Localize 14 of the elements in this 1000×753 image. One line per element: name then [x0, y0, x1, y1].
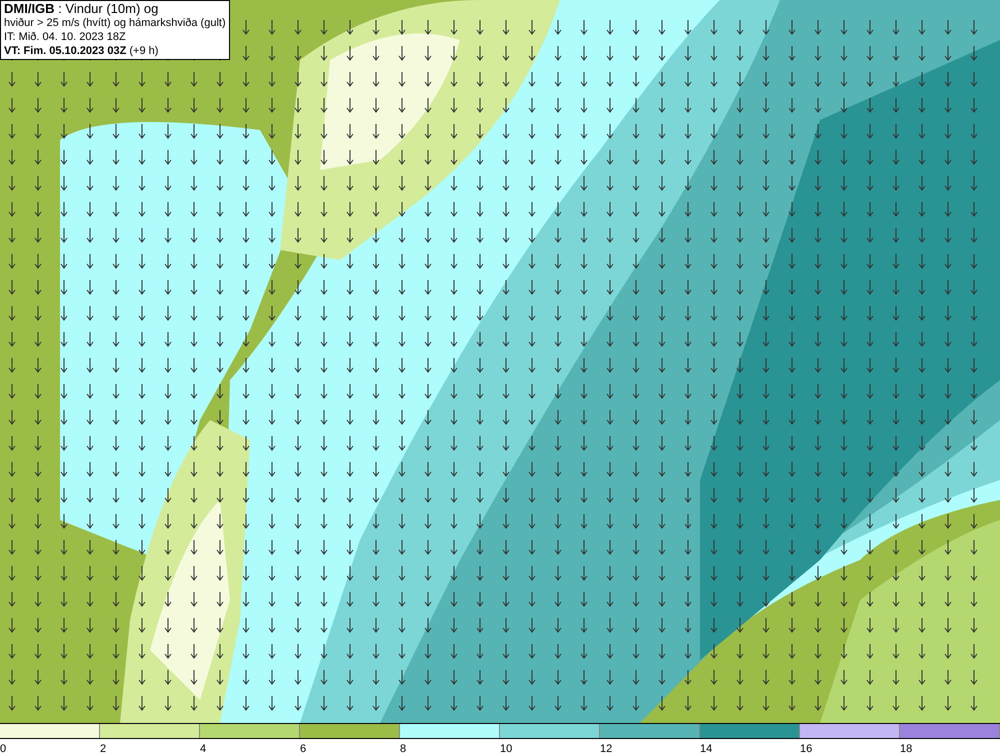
title-line: VT: Fim. 05.10.2023 03Z (+9 h)	[4, 44, 160, 58]
tick-label: 0	[0, 743, 6, 753]
tick-label: 14	[700, 743, 712, 753]
tick-label: 12	[600, 743, 612, 753]
tick-label: 4	[200, 743, 206, 753]
tick-label: 16	[800, 743, 812, 753]
tick-label: 6	[300, 743, 306, 753]
tick-label: 18	[900, 743, 912, 753]
tick-label: 10	[500, 743, 512, 753]
tick-label: 8	[400, 743, 406, 753]
title-line: hviður > 25 m/s (hvítt) og hámarkshviða (gult)	[4, 16, 226, 30]
title-line: IT: Mið. 04. 10. 2023 18Z	[4, 30, 127, 44]
tick-label: 2	[100, 743, 106, 753]
title-line: DMI/IGB : Vindur (10m) og	[4, 2, 160, 16]
